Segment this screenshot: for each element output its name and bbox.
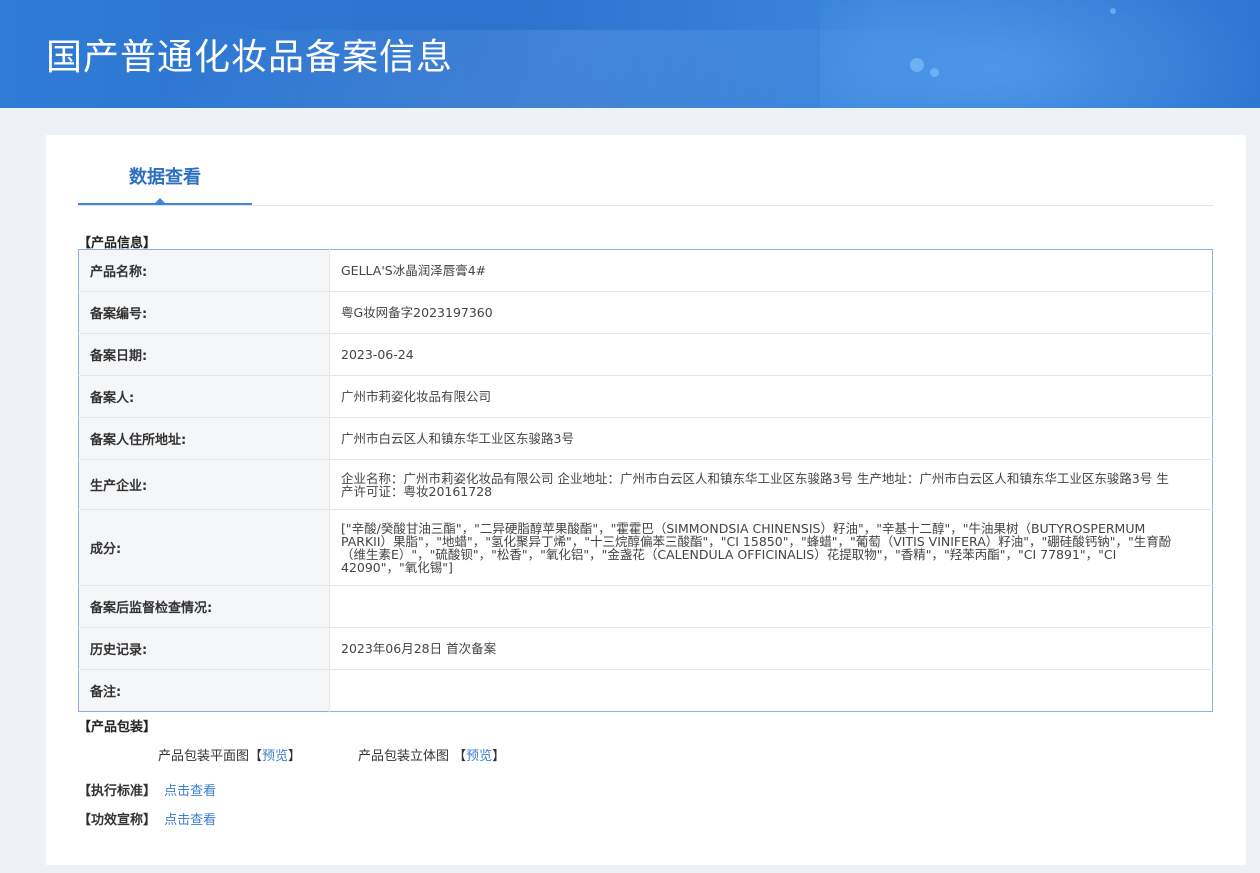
banner-dot: [930, 68, 939, 77]
row-value: ["辛酸/癸酸甘油三酯"，"二异硬脂醇苹果酸酯"，"霍霍巴（SIMMONDSIA…: [329, 509, 1213, 586]
standard-line: 【执行标准】 点击查看: [78, 780, 216, 799]
table-row: 成分: ["辛酸/癸酸甘油三酯"，"二异硬脂醇苹果酸酯"，"霍霍巴（SIMMON…: [78, 509, 1213, 586]
efficacy-view-link[interactable]: 点击查看: [164, 813, 216, 828]
table-row: 历史记录: 2023年06月28日 首次备案: [78, 627, 1213, 670]
packaging-section-title: 【产品包装】: [78, 720, 157, 735]
packaging-flat-label: 产品包装平面图【: [158, 749, 263, 764]
banner-dot: [910, 58, 924, 72]
header-banner: 国产普通化妆品备案信息: [0, 0, 1260, 108]
row-key: 备注:: [78, 669, 330, 712]
packaging-solid-line: 产品包装立体图 【预览】: [358, 745, 505, 764]
row-value: 企业名称：广州市莉姿化妆品有限公司 企业地址：广州市白云区人和镇东华工业区东骏路…: [329, 459, 1213, 510]
table-row: 备案人住所地址: 广州市白云区人和镇东华工业区东骏路3号: [78, 417, 1213, 460]
row-key: 备案后监督检查情况:: [78, 585, 330, 628]
row-value: [329, 669, 1213, 712]
row-value: 2023年06月28日 首次备案: [329, 627, 1213, 670]
packaging-solid-label: 产品包装立体图 【: [358, 749, 467, 764]
row-value: [329, 585, 1213, 628]
packaging-flat-preview-link[interactable]: 预览: [262, 749, 288, 764]
row-value: 2023-06-24: [329, 333, 1213, 376]
page-title: 国产普通化妆品备案信息: [46, 37, 454, 79]
table-row: 生产企业: 企业名称：广州市莉姿化妆品有限公司 企业地址：广州市白云区人和镇东华…: [78, 459, 1213, 510]
row-key: 备案人:: [78, 375, 330, 418]
row-key: 成分:: [78, 509, 330, 586]
row-value: GELLA'S冰晶润泽唇膏4#: [341, 263, 487, 278]
packaging-flat-line: 产品包装平面图【预览】: [158, 745, 301, 764]
product-info-table: 产品名称: GELLA'S冰晶润泽唇膏4# 备案编号: 粤G妆网备字202319…: [78, 249, 1213, 712]
tab-label: 数据查看: [129, 167, 201, 188]
tab-active-caret-icon: [154, 198, 166, 204]
table-row: 产品名称: GELLA'S冰晶润泽唇膏4#: [78, 249, 1213, 292]
row-value: 广州市白云区人和镇东华工业区东骏路3号: [329, 417, 1213, 460]
efficacy-label: 【功效宣称】: [78, 813, 157, 828]
table-row: 备案人: 广州市莉姿化妆品有限公司: [78, 375, 1213, 418]
banner-glow: [820, 0, 1260, 108]
table-row: 备注:: [78, 669, 1213, 712]
tab-bar: 数据查看: [78, 135, 1214, 206]
row-key: 产品名称:: [78, 249, 330, 292]
row-value: 广州市莉姿化妆品有限公司: [329, 375, 1213, 418]
standard-label: 【执行标准】: [78, 784, 157, 799]
banner-dot: [1110, 8, 1116, 14]
packaging-flat-close: 】: [288, 749, 302, 764]
standard-view-link[interactable]: 点击查看: [164, 784, 216, 799]
efficacy-line: 【功效宣称】 点击查看: [78, 809, 216, 828]
row-value: 粤G妆网备字2023197360: [329, 291, 1213, 334]
table-row: 备案后监督检查情况:: [78, 585, 1213, 628]
packaging-solid-preview-link[interactable]: 预览: [466, 749, 492, 764]
table-row: 备案编号: 粤G妆网备字2023197360: [78, 291, 1213, 334]
row-key: 备案人住所地址:: [78, 417, 330, 460]
table-row: 备案日期: 2023-06-24: [78, 333, 1213, 376]
row-key: 生产企业:: [78, 459, 330, 510]
row-key: 历史记录:: [78, 627, 330, 670]
row-key: 备案日期:: [78, 333, 330, 376]
row-key: 备案编号:: [78, 291, 330, 334]
tab-data-view[interactable]: 数据查看: [78, 135, 252, 205]
packaging-solid-close: 】: [492, 749, 506, 764]
content-card: 数据查看 【产品信息】 产品名称: GELLA'S冰晶润泽唇膏4# 备案编号: …: [46, 135, 1246, 865]
